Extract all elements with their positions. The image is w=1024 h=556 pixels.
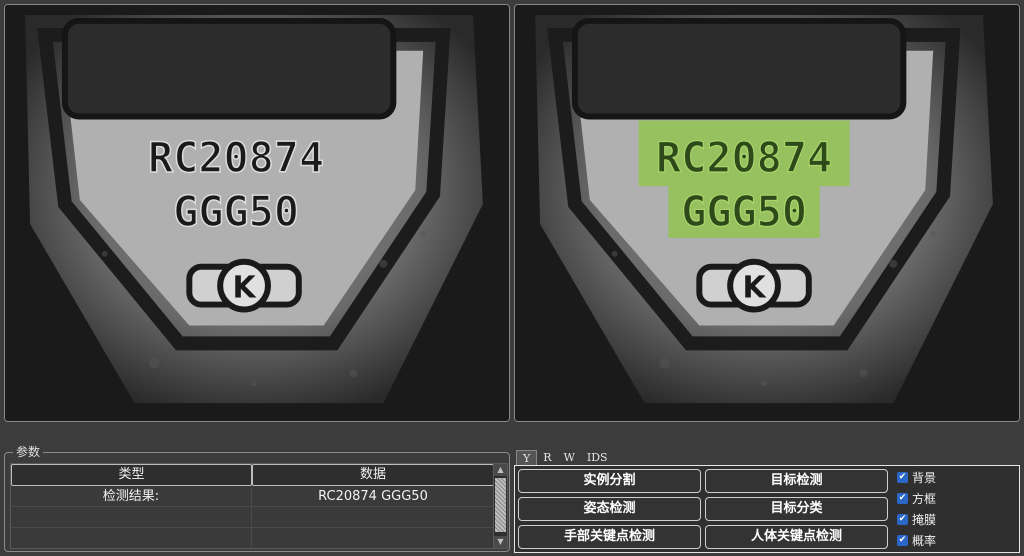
scroll-down-icon[interactable]: ▼ [494, 536, 507, 548]
detected-line2: GGG50 [681, 187, 807, 236]
tab-w[interactable]: W [558, 450, 581, 466]
checkbox-probability[interactable]: ✔ 概率 [897, 531, 936, 549]
cell-type: 检测结果: [11, 486, 252, 506]
checkbox-box[interactable]: ✔ 方框 [897, 489, 936, 507]
cell-value: RC20874 GGG50 [318, 489, 428, 504]
camera-tabs: Y R W IDS [516, 450, 614, 466]
object-detection-button[interactable]: 目标检测 [705, 469, 888, 493]
table-row[interactable] [11, 507, 507, 528]
header-data[interactable]: 数据 [252, 464, 494, 486]
task-panel: 实例分割 目标检测 姿态检测 目标分类 手部关键点检测 人体关键点检测 ✔ 背景… [514, 465, 1020, 553]
scroll-thumb[interactable] [495, 478, 506, 532]
body-keypoint-button[interactable]: 人体关键点检测 [705, 525, 888, 549]
checkbox-checked-icon[interactable]: ✔ [897, 492, 908, 504]
svg-text:K: K [232, 271, 257, 306]
cell-type [11, 507, 252, 527]
tab-y[interactable]: Y [516, 450, 538, 466]
checkbox-checked-icon[interactable]: ✔ [897, 513, 908, 525]
cell-type [11, 528, 252, 548]
result-image: RC20874 GGG50 K [515, 5, 1019, 421]
hand-keypoint-button[interactable]: 手部关键点检测 [518, 525, 701, 549]
checkbox-background[interactable]: ✔ 背景 [897, 468, 936, 486]
code-line1: RC20874 [148, 133, 324, 182]
header-type[interactable]: 类型 [11, 464, 252, 486]
code-line2: GGG50 [173, 187, 299, 236]
svg-text:K: K [742, 271, 767, 306]
vertical-scrollbar[interactable]: ▲ ▼ [493, 464, 507, 548]
table-row[interactable] [11, 528, 507, 548]
table-row[interactable]: 检测结果: RC20874 GGG50 [11, 486, 507, 507]
instance-segmentation-button[interactable]: 实例分割 [518, 469, 701, 493]
cell-value [252, 528, 494, 548]
result-image-view: RC20874 GGG50 K [514, 4, 1020, 422]
original-image-view: RC20874 GGG50 K [4, 4, 510, 422]
checkbox-mask[interactable]: ✔ 掩膜 [897, 510, 936, 528]
checkbox-checked-icon[interactable]: ✔ [897, 471, 908, 483]
original-image: RC20874 GGG50 K [5, 5, 509, 421]
k-logo: K [186, 258, 302, 313]
tab-r[interactable]: R [537, 450, 557, 466]
detected-line1: RC20874 [656, 133, 832, 182]
params-groupbox: 参数 类型 数据 检测结果: RC20874 GGG50 ▲ ▼ [4, 444, 510, 552]
params-legend: 参数 [13, 444, 44, 460]
cell-value [252, 507, 494, 527]
scroll-up-icon[interactable]: ▲ [494, 464, 507, 476]
k-logo: K [696, 258, 812, 313]
object-classification-button[interactable]: 目标分类 [705, 497, 888, 521]
pose-detection-button[interactable]: 姿态检测 [518, 497, 701, 521]
tab-ids[interactable]: IDS [581, 450, 614, 466]
table-header: 类型 数据 [11, 464, 507, 486]
params-table[interactable]: 类型 数据 检测结果: RC20874 GGG50 ▲ ▼ [10, 463, 508, 549]
checkbox-checked-icon[interactable]: ✔ [897, 534, 908, 546]
